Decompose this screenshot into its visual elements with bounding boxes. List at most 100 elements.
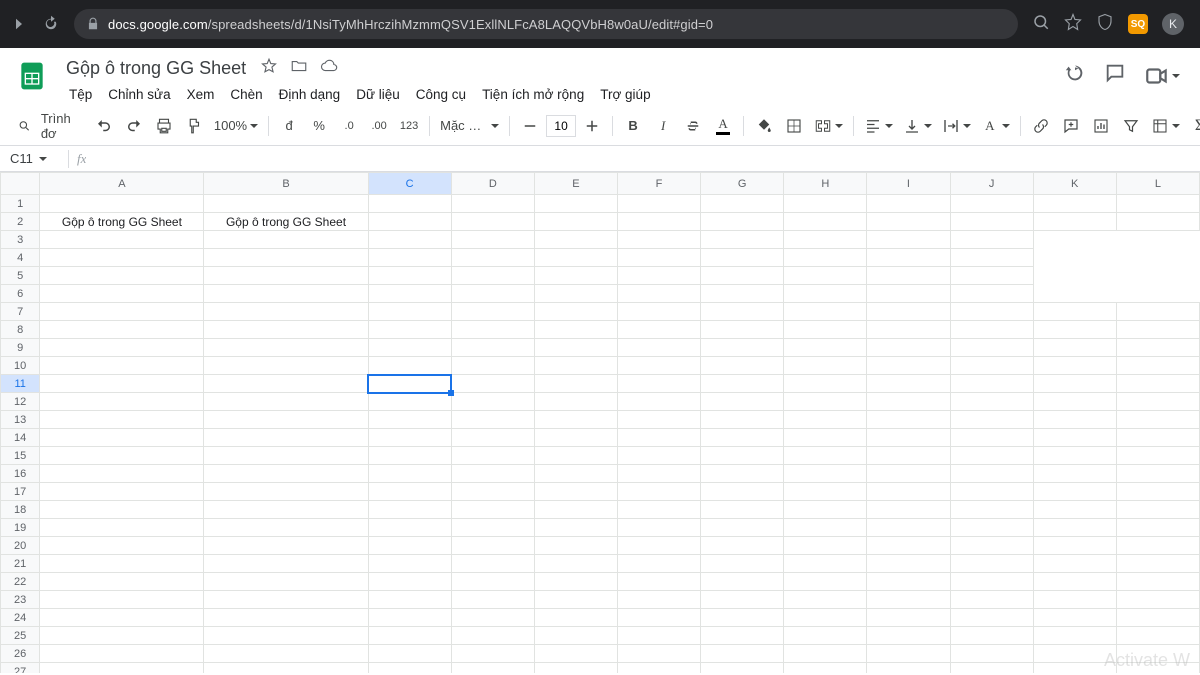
cell-A1[interactable]: [40, 195, 204, 213]
menu-view[interactable]: Xem: [180, 83, 222, 106]
cell-F3[interactable]: [451, 231, 534, 249]
cell-C24[interactable]: [368, 609, 451, 627]
cell-I13[interactable]: [867, 411, 950, 429]
cell-G6[interactable]: [534, 285, 617, 303]
cell-B10[interactable]: [204, 357, 368, 375]
cell-G21[interactable]: [701, 555, 784, 573]
column-header-J[interactable]: J: [950, 173, 1033, 195]
cell-L21[interactable]: [1116, 555, 1199, 573]
vertical-align-button[interactable]: [899, 117, 936, 135]
row-header-13[interactable]: 13: [1, 411, 40, 429]
row-header-6[interactable]: 6: [1, 285, 40, 303]
cell-E23[interactable]: [534, 591, 617, 609]
cell-E19[interactable]: [534, 519, 617, 537]
cell-K15[interactable]: [1033, 447, 1116, 465]
cell-F7[interactable]: [617, 303, 700, 321]
row-header-21[interactable]: 21: [1, 555, 40, 573]
cell-E17[interactable]: [534, 483, 617, 501]
redo-button[interactable]: [120, 112, 148, 140]
google-sheets-logo[interactable]: [12, 56, 52, 96]
cell-I15[interactable]: [867, 447, 950, 465]
menu-format[interactable]: Định dạng: [272, 83, 348, 106]
cell-G18[interactable]: [701, 501, 784, 519]
cell-K7[interactable]: [1033, 303, 1116, 321]
cell-I4[interactable]: [701, 249, 784, 267]
cell-A20[interactable]: [40, 537, 204, 555]
italic-button[interactable]: I: [649, 112, 677, 140]
cell-K17[interactable]: [1033, 483, 1116, 501]
cell-B26[interactable]: [204, 645, 368, 663]
cell-L17[interactable]: [1116, 483, 1199, 501]
cell-L14[interactable]: [1116, 429, 1199, 447]
insert-chart-button[interactable]: [1087, 112, 1115, 140]
row-header-27[interactable]: 27: [1, 663, 40, 674]
row-header-3[interactable]: 3: [1, 231, 40, 249]
cell-J7[interactable]: [950, 303, 1033, 321]
cell-E3[interactable]: [368, 231, 451, 249]
cell-H16[interactable]: [784, 465, 867, 483]
cell-C27[interactable]: [368, 663, 451, 674]
cell-K9[interactable]: [1033, 339, 1116, 357]
cell-J20[interactable]: [950, 537, 1033, 555]
cell-G17[interactable]: [701, 483, 784, 501]
percent-button[interactable]: %: [305, 112, 333, 140]
comments-icon[interactable]: [1104, 62, 1126, 89]
cell-H11[interactable]: [784, 375, 867, 393]
cell-K24[interactable]: [1033, 609, 1116, 627]
cell-C14[interactable]: [368, 429, 451, 447]
zoom-lens-icon[interactable]: [1032, 13, 1050, 36]
column-header-F[interactable]: F: [617, 173, 700, 195]
cell-C19[interactable]: [368, 519, 451, 537]
cell-C23[interactable]: [368, 591, 451, 609]
cell-D21[interactable]: [451, 555, 534, 573]
cell-H15[interactable]: [784, 447, 867, 465]
cell-E2[interactable]: [534, 213, 617, 231]
cell-L22[interactable]: [1116, 573, 1199, 591]
cell-D4[interactable]: [204, 249, 368, 267]
cell-D22[interactable]: [451, 573, 534, 591]
column-header-K[interactable]: K: [1033, 173, 1116, 195]
cell-C12[interactable]: [368, 393, 451, 411]
cell-E12[interactable]: [534, 393, 617, 411]
cell-G2[interactable]: [701, 213, 784, 231]
row-header-19[interactable]: 19: [1, 519, 40, 537]
cell-F22[interactable]: [617, 573, 700, 591]
cell-G23[interactable]: [701, 591, 784, 609]
cell-H21[interactable]: [784, 555, 867, 573]
cell-F18[interactable]: [617, 501, 700, 519]
cell-A14[interactable]: [40, 429, 204, 447]
cell-F13[interactable]: [617, 411, 700, 429]
cell-F10[interactable]: [617, 357, 700, 375]
currency-button[interactable]: đ: [275, 112, 303, 140]
cell-A26[interactable]: [40, 645, 204, 663]
cell-L3[interactable]: [950, 231, 1033, 249]
cell-B8[interactable]: [204, 321, 368, 339]
filter-button[interactable]: [1117, 112, 1145, 140]
cell-C18[interactable]: [368, 501, 451, 519]
cell-J9[interactable]: [950, 339, 1033, 357]
meet-button[interactable]: [1144, 63, 1180, 89]
cell-L7[interactable]: [1116, 303, 1199, 321]
cell-H9[interactable]: [784, 339, 867, 357]
menu-insert[interactable]: Chèn: [223, 83, 269, 106]
cell-E4[interactable]: [368, 249, 451, 267]
cell-G24[interactable]: [701, 609, 784, 627]
row-header-14[interactable]: 14: [1, 429, 40, 447]
cell-L6[interactable]: [950, 285, 1033, 303]
cell-D3[interactable]: [204, 231, 368, 249]
cell-B13[interactable]: [204, 411, 368, 429]
cell-J26[interactable]: [950, 645, 1033, 663]
cell-C10[interactable]: [368, 357, 451, 375]
row-header-24[interactable]: 24: [1, 609, 40, 627]
cell-C9[interactable]: [368, 339, 451, 357]
row-header-20[interactable]: 20: [1, 537, 40, 555]
cell-G26[interactable]: [701, 645, 784, 663]
cell-A2[interactable]: Gộp ô trong GG Sheet: [40, 213, 204, 231]
cell-I26[interactable]: [867, 645, 950, 663]
cell-L20[interactable]: [1116, 537, 1199, 555]
cell-I5[interactable]: [701, 267, 784, 285]
cell-K13[interactable]: [1033, 411, 1116, 429]
cell-J11[interactable]: [950, 375, 1033, 393]
browser-url-bar[interactable]: docs.google.com/spreadsheets/d/1NsiTyMhH…: [74, 9, 1018, 39]
cell-I16[interactable]: [867, 465, 950, 483]
